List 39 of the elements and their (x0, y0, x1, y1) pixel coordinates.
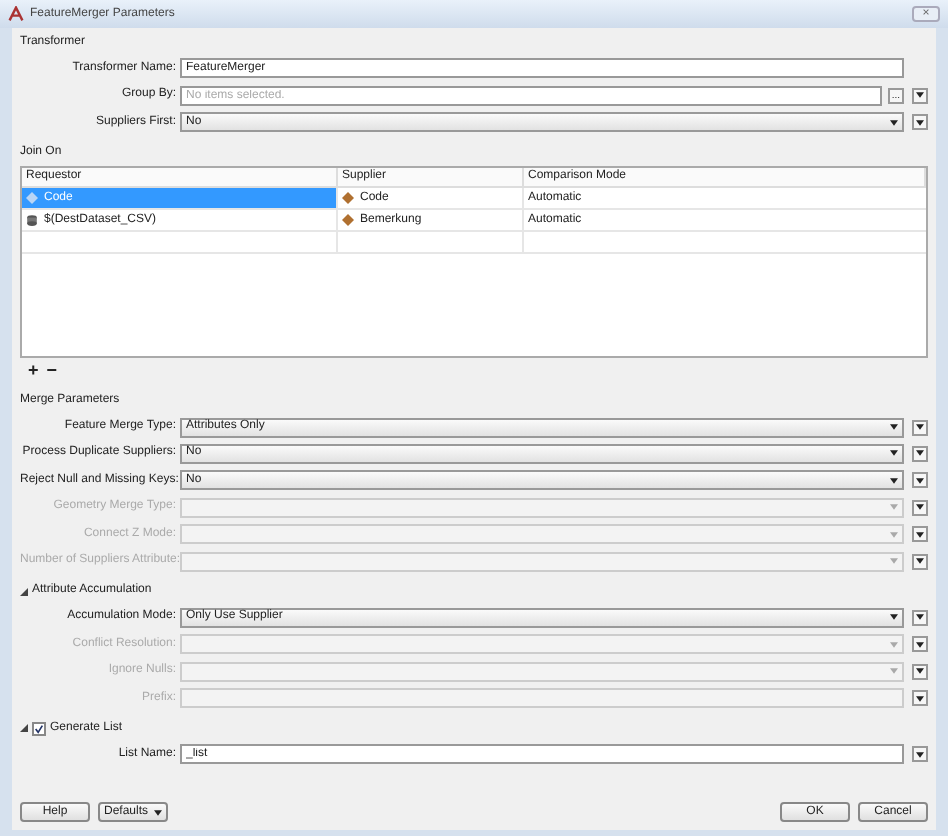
caret-icon (890, 450, 898, 457)
caret-icon (890, 424, 898, 431)
caret-icon (890, 504, 898, 511)
add-button[interactable]: + (28, 361, 39, 380)
menu-button[interactable] (912, 746, 928, 763)
caret-icon (890, 119, 898, 126)
caret-icon (916, 424, 924, 431)
caret-icon (890, 531, 898, 538)
caret-icon (154, 809, 162, 815)
caret-icon (890, 614, 898, 621)
caret-icon (916, 119, 924, 126)
menu-button[interactable] (912, 87, 928, 104)
caret-icon (916, 668, 924, 675)
app-icon (8, 6, 24, 22)
checkbox[interactable] (32, 721, 46, 736)
menu-button[interactable] (912, 472, 928, 489)
caret-icon (916, 695, 924, 702)
caret-icon (916, 641, 924, 648)
collapse-icon[interactable] (20, 724, 28, 733)
caret-icon (916, 614, 924, 621)
collapse-icon[interactable] (20, 587, 28, 596)
caret-icon (916, 92, 924, 99)
menu-button[interactable] (912, 609, 928, 626)
menu-button[interactable] (912, 419, 928, 436)
caret-icon (890, 477, 898, 484)
caret-icon (890, 641, 898, 648)
caret-icon (916, 450, 924, 457)
caret-icon (916, 558, 924, 565)
menu-button[interactable] (912, 114, 928, 131)
remove-button[interactable]: − (46, 361, 58, 380)
caret-icon (916, 504, 924, 511)
attribute-icon (26, 192, 38, 205)
menu-button[interactable] (912, 445, 928, 462)
caret-icon (916, 531, 924, 538)
caret-icon (890, 668, 898, 675)
caret-icon (916, 751, 924, 758)
caret-icon (916, 477, 924, 484)
dataset-icon (26, 214, 38, 227)
caret-icon (890, 558, 898, 565)
